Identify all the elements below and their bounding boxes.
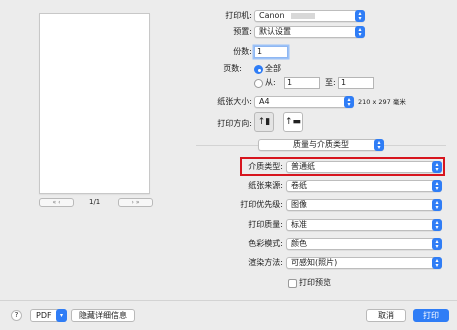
footer-divider (0, 300, 457, 301)
paper-size-label: 纸张大小: (217, 97, 252, 106)
print-button[interactable]: 打印 (413, 309, 449, 322)
color-mode-label: 色彩模式: (248, 239, 283, 248)
chevron-updown-icon: ▴ ▾ (374, 139, 384, 151)
paper-source-value: 卷纸 (291, 181, 307, 190)
landscape-icon: ↑▬ (284, 117, 302, 127)
next-page-icon: › (131, 199, 134, 206)
printer-label: 打印机: (225, 11, 252, 20)
color-mode-select[interactable]: 颜色 ▴ ▾ (286, 238, 442, 250)
paper-size-select[interactable]: A4 ▴ ▾ (254, 96, 354, 108)
print-preview-label: 打印预览 (299, 278, 331, 287)
pages-from-label: 从: (265, 78, 276, 87)
section-value: 质量与介质类型 (293, 140, 349, 149)
media-type-label: 介质类型: (248, 162, 283, 171)
chevron-updown-icon: ▴ ▾ (432, 161, 442, 173)
prev-page-icon: ‹ (58, 199, 61, 206)
chevron-updown-icon: ▴ ▾ (432, 238, 442, 250)
chevron-updown-icon: ▴ ▾ (432, 257, 442, 269)
rendering-select[interactable]: 可感知(照片) ▴ ▾ (286, 257, 442, 269)
print-preview-checkbox[interactable] (288, 279, 297, 288)
portrait-orientation-button[interactable]: ↑▮ (254, 112, 274, 132)
page-preview (39, 13, 150, 194)
pages-to-label: 至: (325, 78, 336, 87)
hide-details-button[interactable]: 隐藏详细信息 (71, 309, 135, 322)
last-page-icon: » (135, 199, 140, 206)
pages-to-input[interactable]: 1 (338, 77, 374, 89)
chevron-down-icon: ▾ (56, 309, 67, 322)
pdf-label: PDF (36, 311, 52, 320)
print-quality-value: 标准 (291, 220, 307, 229)
printer-model-redacted (291, 12, 316, 19)
copies-label: 份数: (233, 47, 252, 56)
print-quality-label: 打印质量: (248, 220, 283, 229)
print-priority-select[interactable]: 图像 ▴ ▾ (286, 199, 442, 211)
chevron-updown-icon: ▴ ▾ (344, 96, 354, 108)
orientation-label: 打印方向: (217, 119, 252, 128)
first-prev-page-button[interactable]: « ‹ (39, 198, 74, 207)
portrait-icon: ↑▮ (257, 117, 271, 127)
rendering-value: 可感知(照片) (291, 258, 338, 267)
pages-from-input[interactable]: 1 (284, 77, 320, 89)
copies-input[interactable]: 1 (254, 46, 288, 58)
presets-label: 预置: (233, 27, 252, 36)
chevron-updown-icon: ▴ ▾ (355, 26, 365, 38)
chevron-updown-icon: ▴ ▾ (432, 199, 442, 211)
color-mode-value: 颜色 (291, 239, 307, 248)
paper-size-dimensions: 210 x 297 毫米 (358, 98, 406, 106)
print-priority-value: 图像 (291, 200, 307, 209)
landscape-orientation-button[interactable]: ↑▬ (283, 112, 303, 132)
rendering-label: 渲染方法: (248, 258, 283, 267)
media-type-value: 普通纸 (291, 162, 315, 171)
print-quality-select[interactable]: 标准 ▴ ▾ (286, 219, 442, 231)
section-select[interactable]: 质量与介质类型 ▴ ▾ (258, 139, 384, 151)
printer-value: Canon (259, 11, 285, 20)
pdf-menu-button[interactable]: PDF ▾ (30, 309, 67, 322)
chevron-updown-icon: ▴ ▾ (432, 219, 442, 231)
printer-select[interactable]: Canon ▴ ▾ (254, 10, 365, 22)
help-button[interactable]: ? (11, 310, 22, 321)
paper-source-select[interactable]: 卷纸 ▴ ▾ (286, 180, 442, 192)
chevron-updown-icon: ▴ ▾ (355, 10, 365, 22)
page-indicator: 1/1 (89, 198, 101, 206)
first-page-icon: « (52, 199, 57, 206)
pages-all-radio[interactable] (254, 65, 263, 74)
cancel-button[interactable]: 取消 (366, 309, 406, 322)
pages-all-label: 全部 (265, 64, 281, 73)
pages-label: 页数: (223, 64, 242, 73)
print-priority-label: 打印优先级: (240, 200, 283, 209)
pages-range-radio[interactable] (254, 79, 263, 88)
presets-value: 默认设置 (259, 27, 291, 36)
presets-select[interactable]: 默认设置 ▴ ▾ (254, 26, 365, 38)
paper-size-value: A4 (259, 97, 270, 106)
chevron-updown-icon: ▴ ▾ (432, 180, 442, 192)
next-last-page-button[interactable]: › » (118, 198, 153, 207)
media-type-select[interactable]: 普通纸 ▴ ▾ (286, 161, 442, 173)
paper-source-label: 纸张来源: (248, 181, 283, 190)
